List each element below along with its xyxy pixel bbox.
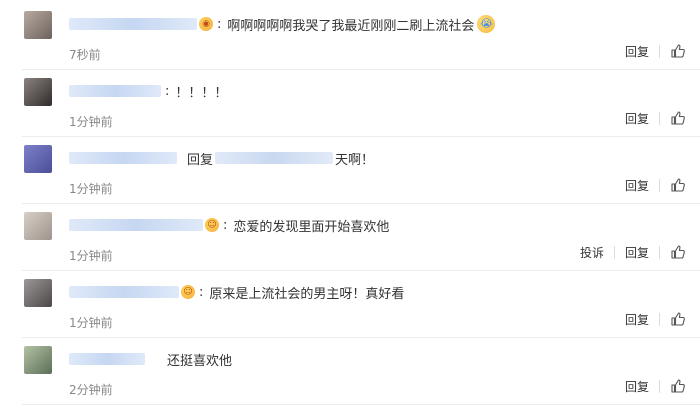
action-divider	[659, 178, 660, 192]
colon: :	[165, 83, 170, 99]
username-blurred[interactable]	[69, 353, 145, 365]
comment-item: 回复 天啊！ 1分钟前 回复	[22, 137, 700, 204]
thumbs-up-icon[interactable]	[670, 177, 686, 193]
username-blurred[interactable]	[69, 219, 203, 231]
reply-button[interactable]: 回复	[625, 177, 649, 194]
report-button[interactable]: 投诉	[580, 244, 604, 261]
smiling-face-icon: ☺	[205, 218, 219, 232]
comment-line: 回复 天啊！	[69, 149, 375, 168]
comment-actions: 回复	[625, 376, 686, 396]
comment-actions: 回复	[625, 108, 686, 128]
avatar[interactable]	[24, 346, 52, 374]
smiling-face-icon: ☺	[181, 285, 195, 299]
comment-actions: 投诉 回复	[580, 242, 686, 262]
comment-line: ☺ : 原来是上流社会的男主呀！真好看	[69, 283, 405, 302]
avatar[interactable]	[24, 11, 52, 39]
action-divider	[659, 111, 660, 125]
reply-target-blurred[interactable]	[215, 152, 334, 164]
username-blurred[interactable]	[69, 152, 177, 164]
comment-line: ☺ : 恋爱的发现里面开始喜欢他	[69, 216, 390, 235]
thumbs-up-icon[interactable]	[670, 378, 686, 394]
comment-line: : ！！！！	[69, 82, 228, 101]
action-divider	[659, 245, 660, 259]
reply-button[interactable]: 回复	[625, 244, 649, 261]
comment-actions: 回复	[625, 175, 686, 195]
avatar[interactable]	[24, 145, 52, 173]
comment-line: 还挺喜欢他	[69, 350, 233, 369]
comment-text: 原来是上流社会的男主呀！真好看	[209, 286, 405, 302]
comment-text: 天啊！	[335, 152, 375, 168]
comment-time: 7秒前	[69, 48, 101, 62]
thumbs-up-icon[interactable]	[670, 311, 686, 327]
colon: :	[217, 16, 222, 32]
action-divider	[659, 312, 660, 326]
comment-item: 还挺喜欢他 2分钟前 回复	[22, 338, 700, 405]
comment-item: ☺ : 原来是上流社会的男主呀！真好看 1分钟前 回复	[22, 271, 700, 338]
action-divider	[659, 379, 660, 393]
comment-text: 恋爱的发现里面开始喜欢他	[233, 219, 390, 235]
reply-button[interactable]: 回复	[625, 311, 649, 328]
action-divider	[613, 245, 615, 259]
comment-actions: 回复	[625, 41, 686, 61]
username-blurred[interactable]	[69, 286, 179, 298]
comment-time: 1分钟前	[69, 316, 113, 330]
comment-actions: 回复	[625, 309, 686, 329]
username-blurred[interactable]	[69, 18, 197, 30]
colon: :	[223, 217, 228, 233]
thumbs-up-icon[interactable]	[670, 43, 686, 59]
reply-prefix: 回复	[187, 152, 214, 168]
reply-button[interactable]: 回复	[625, 43, 649, 60]
action-divider	[659, 44, 660, 58]
colon: :	[199, 284, 204, 300]
comment-line: ◉ : 啊啊啊啊啊我哭了我最近刚刚二刷上流社会 😭	[69, 15, 496, 34]
comment-time: 2分钟前	[69, 383, 113, 397]
comment-item: ☺ : 恋爱的发现里面开始喜欢他 1分钟前 投诉 回复	[22, 204, 700, 271]
avatar[interactable]	[24, 212, 52, 240]
comment-time: 1分钟前	[69, 115, 113, 129]
comment-list: ◉ : 啊啊啊啊啊我哭了我最近刚刚二刷上流社会 😭 7秒前 回复 : ！！！！ …	[0, 0, 700, 418]
avatar[interactable]	[24, 279, 52, 307]
avatar[interactable]	[24, 78, 52, 106]
comment-time: 1分钟前	[69, 249, 113, 263]
thumbs-up-icon[interactable]	[670, 110, 686, 126]
comment-item: ◉ : 啊啊啊啊啊我哭了我最近刚刚二刷上流社会 😭 7秒前 回复	[22, 3, 700, 70]
reply-button[interactable]: 回复	[625, 378, 649, 395]
comment-item: : ！！！！ 1分钟前 回复	[22, 70, 700, 137]
badge-icon: ◉	[199, 17, 213, 31]
comment-text: ！！！！	[175, 85, 228, 101]
crying-face-icon: 😭	[477, 15, 496, 33]
comment-time: 1分钟前	[69, 182, 113, 196]
comment-text: 还挺喜欢他	[167, 353, 233, 369]
thumbs-up-icon[interactable]	[670, 244, 686, 260]
username-blurred[interactable]	[69, 85, 161, 97]
comment-text: 啊啊啊啊啊我哭了我最近刚刚二刷上流社会	[227, 18, 475, 34]
reply-button[interactable]: 回复	[625, 110, 649, 127]
